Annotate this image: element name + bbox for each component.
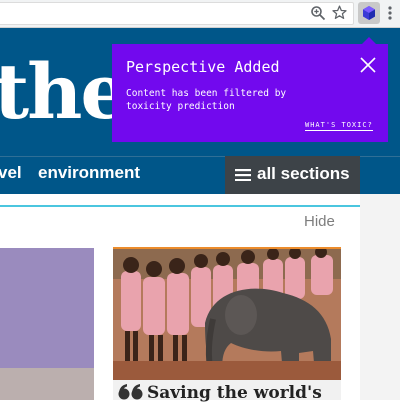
section-divider (0, 205, 360, 207)
story-card-left-footer (0, 368, 94, 400)
story-card-feature[interactable]: Saving the world's (113, 247, 341, 403)
hamburger-icon (235, 169, 251, 181)
story-headline[interactable]: Saving the world's (147, 383, 322, 403)
nav-item-travel[interactable]: vel (0, 163, 22, 183)
story-photo (113, 249, 341, 380)
perspective-popup: Perspective Added Content has been filte… (112, 44, 388, 142)
popup-title: Perspective Added (126, 58, 280, 76)
whats-toxic-link[interactable]: WHAT'S TOXIC? (305, 121, 373, 131)
close-icon[interactable] (360, 57, 376, 73)
quote-icon (118, 384, 143, 400)
all-sections-label: all sections (257, 164, 350, 183)
perspective-extension-icon[interactable] (358, 2, 380, 24)
nav-item-environment[interactable]: environment (38, 163, 140, 183)
browser-toolbar (0, 0, 400, 28)
popup-message: Content has been filtered by toxicity pr… (126, 88, 287, 112)
all-sections-button[interactable]: all sections (225, 156, 360, 194)
kebab-menu-icon[interactable] (387, 5, 393, 21)
hide-button[interactable]: Hide (304, 213, 335, 230)
star-icon[interactable] (331, 4, 348, 21)
address-bar[interactable] (0, 2, 354, 25)
page-gutter (360, 194, 400, 400)
story-headline-box: Saving the world's (113, 380, 341, 403)
zoom-icon[interactable] (310, 5, 326, 21)
story-card-left[interactable] (0, 248, 94, 400)
